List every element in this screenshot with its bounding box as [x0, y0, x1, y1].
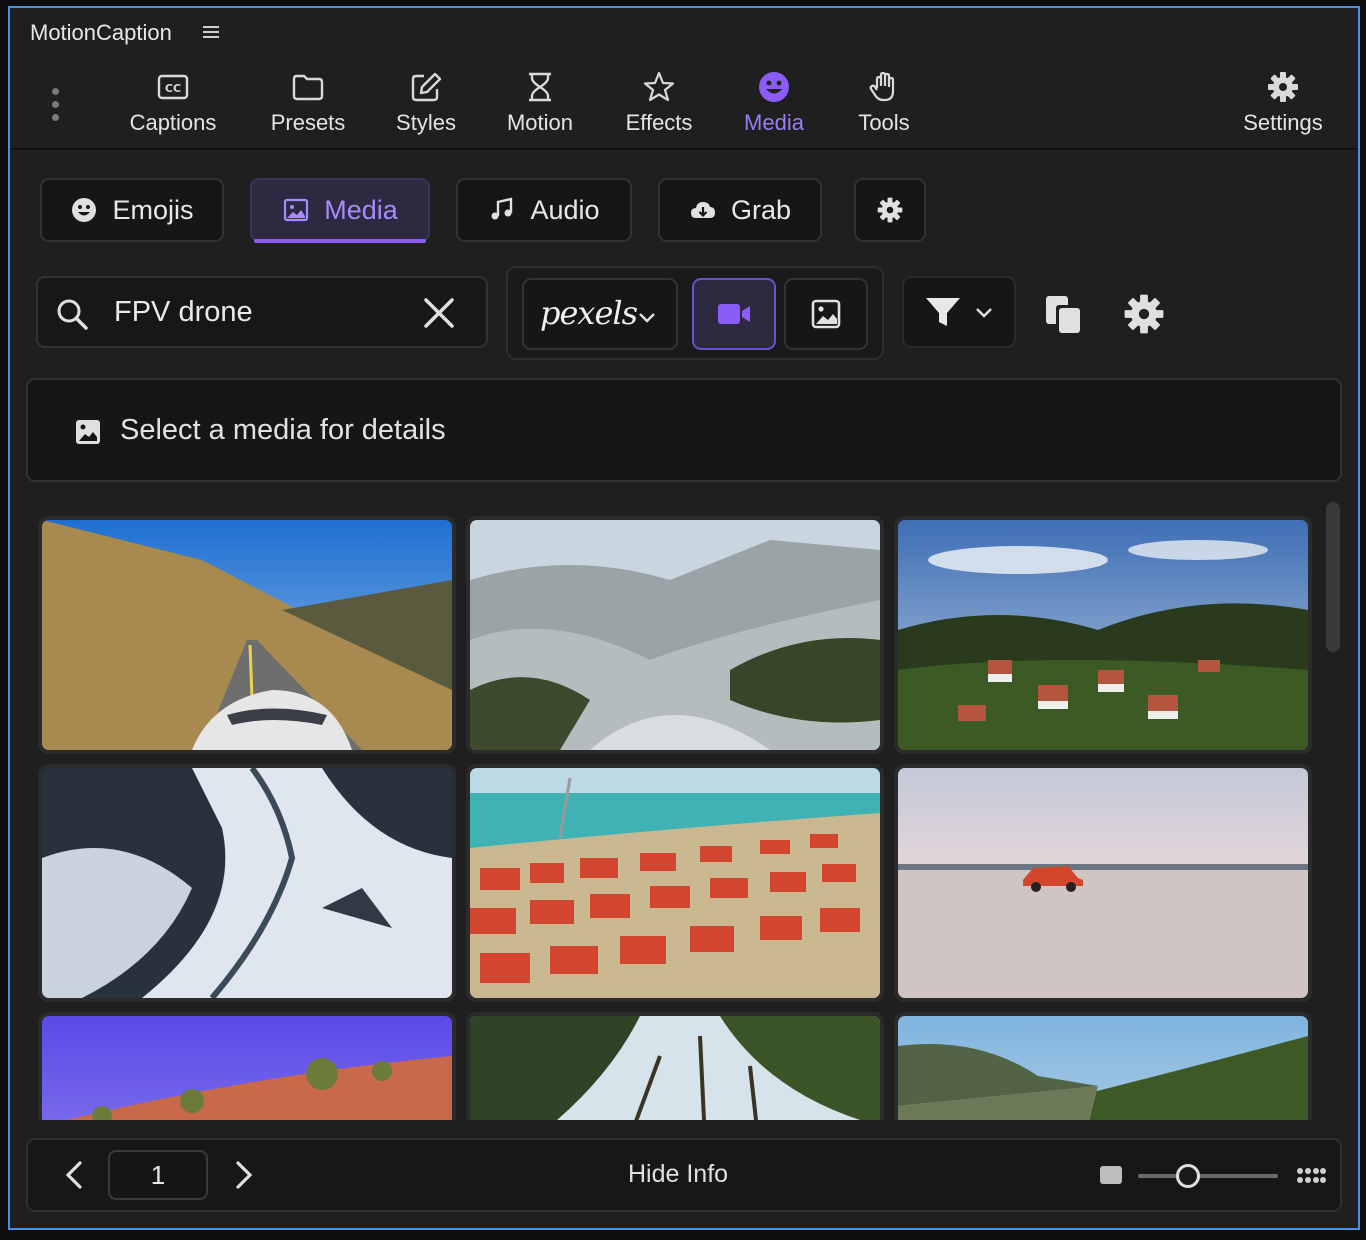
- details-placeholder-text: Select a media for details: [120, 414, 446, 446]
- snowy-valley-river-image: [42, 768, 452, 998]
- nav-effects[interactable]: Effects: [610, 64, 708, 150]
- clear-search-icon[interactable]: [420, 294, 458, 332]
- hamburger-menu-icon[interactable]: [201, 22, 221, 42]
- hand-icon: [846, 70, 922, 110]
- svg-text:CC: CC: [165, 82, 181, 95]
- subtab-grab[interactable]: Grab: [658, 178, 822, 242]
- subtab-settings-button[interactable]: [854, 178, 926, 242]
- copy-icon[interactable]: [1042, 292, 1086, 336]
- snowy-rocky-mountains-image: [470, 520, 880, 750]
- media-thumbnail[interactable]: [38, 516, 456, 754]
- media-details-panel: Select a media for details: [26, 378, 1342, 482]
- nav-styles[interactable]: Styles: [382, 64, 470, 150]
- mountain-road-car-image: [42, 520, 452, 750]
- page-number-field[interactable]: 1: [108, 1150, 208, 1200]
- search-icon: [57, 299, 88, 330]
- nav-media[interactable]: Media: [732, 64, 816, 150]
- video-camera-icon: [718, 304, 750, 324]
- nav-settings[interactable]: Settings: [1228, 64, 1338, 150]
- media-thumbnail[interactable]: [894, 764, 1312, 1002]
- main-nav: CC Captions Presets Styles Motion Effect…: [10, 64, 1358, 150]
- chevron-right-icon[interactable]: [224, 1156, 262, 1194]
- slider-handle[interactable]: [1176, 1164, 1200, 1188]
- nav-label: Styles: [396, 110, 456, 135]
- nav-label: Effects: [625, 110, 693, 135]
- nav-presets[interactable]: Presets: [258, 64, 358, 150]
- forest-canopy-image: [470, 1016, 880, 1120]
- gear-icon: [877, 197, 903, 223]
- chevron-left-icon[interactable]: [56, 1156, 94, 1194]
- nav-label: Motion: [506, 110, 574, 135]
- media-thumbnail[interactable]: [466, 516, 884, 754]
- emoji-face-icon: [72, 198, 97, 222]
- large-thumbnail-icon[interactable]: [1100, 1166, 1122, 1184]
- cloud-download-icon: [690, 202, 715, 218]
- subtab-media[interactable]: Media: [250, 178, 430, 243]
- subtab-label: Emojis: [112, 194, 194, 225]
- search-box: [36, 276, 488, 348]
- nav-tools[interactable]: Tools: [846, 64, 922, 150]
- subtab-label: Media: [324, 194, 398, 225]
- hourglass-icon: [494, 70, 586, 110]
- folder-icon: [258, 70, 358, 110]
- subtab-label: Audio: [530, 194, 600, 225]
- image-icon: [284, 198, 309, 222]
- desert-dirt-trail-image: [42, 1016, 452, 1120]
- media-thumbnail[interactable]: [466, 764, 884, 1002]
- music-note-icon: [491, 197, 513, 220]
- pexels-logo: pexels: [540, 294, 638, 332]
- media-grid: [26, 508, 1316, 1120]
- nav-label: Presets: [270, 110, 346, 135]
- media-thumbnail[interactable]: [38, 764, 456, 1002]
- subtab-audio[interactable]: Audio: [456, 178, 632, 242]
- pagination-footer: 1 Hide Info: [26, 1138, 1342, 1212]
- filter-icon: [926, 298, 960, 326]
- hillside-village-image: [898, 520, 1308, 750]
- source-select[interactable]: pexels: [522, 278, 678, 350]
- video-type-button[interactable]: [692, 278, 776, 350]
- closed-captions-icon: CC: [114, 70, 232, 110]
- media-thumbnail[interactable]: [894, 516, 1312, 754]
- smiley-icon: [732, 70, 816, 110]
- filter-dropdown-button[interactable]: [902, 276, 1016, 348]
- subtab-emojis[interactable]: Emojis: [40, 178, 224, 242]
- search-input[interactable]: [114, 290, 404, 334]
- green-hills-valley-image: [898, 1016, 1308, 1120]
- thumbnail-size-slider[interactable]: [1138, 1174, 1278, 1178]
- nav-label: Settings: [1243, 110, 1323, 135]
- source-group: pexels: [506, 266, 884, 360]
- app-window: MotionCaption CC Captions Presets Styles: [8, 6, 1360, 1230]
- pencil-square-icon: [382, 70, 470, 110]
- app-title: MotionCaption: [30, 20, 172, 45]
- gear-icon: [1228, 70, 1338, 110]
- nav-label: Media: [744, 110, 804, 135]
- nav-motion[interactable]: Motion: [494, 64, 586, 150]
- grid-dots-icon[interactable]: [1296, 1166, 1326, 1186]
- star-icon: [610, 70, 708, 110]
- more-options-icon[interactable]: [50, 88, 60, 128]
- gear-icon[interactable]: [1122, 292, 1166, 336]
- nav-captions[interactable]: CC Captions: [114, 64, 232, 150]
- media-thumbnail[interactable]: [38, 1012, 456, 1120]
- nav-label: Captions: [129, 110, 217, 135]
- red-truck-on-salt-flat-image: [898, 768, 1308, 998]
- image-icon: [811, 299, 841, 329]
- media-thumbnail[interactable]: [894, 1012, 1312, 1120]
- subtab-label: Grab: [730, 194, 792, 225]
- image-type-button[interactable]: [784, 278, 868, 350]
- hide-info-button[interactable]: Hide Info: [628, 1160, 728, 1189]
- media-thumbnail[interactable]: [466, 1012, 884, 1120]
- chevron-down-icon: [976, 308, 992, 318]
- grid-scrollbar[interactable]: [1326, 502, 1340, 652]
- image-icon: [76, 420, 100, 444]
- coastal-town-red-roofs-image: [470, 768, 880, 998]
- chevron-down-icon: [639, 313, 655, 323]
- nav-label: Tools: [858, 110, 910, 135]
